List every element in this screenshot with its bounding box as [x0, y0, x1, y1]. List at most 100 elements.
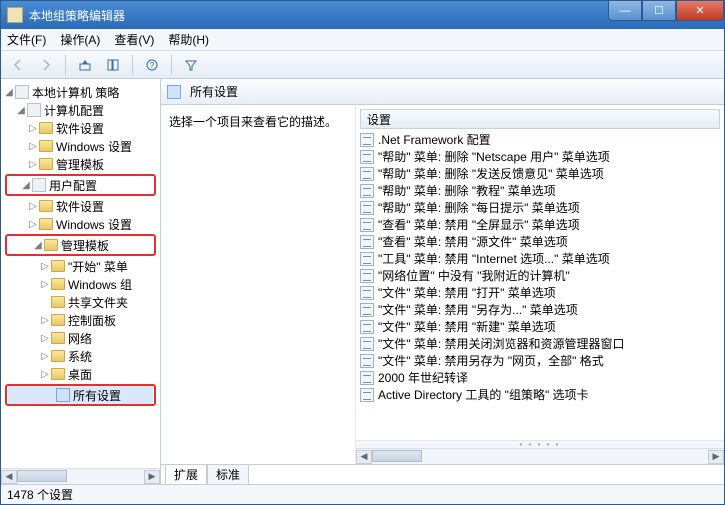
- folder-icon: [39, 122, 53, 134]
- list-item-label: "文件" 菜单: 禁用关闭浏览器和资源管理器窗口: [378, 335, 625, 352]
- list-item-label: "工具" 菜单: 禁用 "Internet 选项..." 菜单选项: [378, 250, 610, 267]
- setting-icon: [360, 201, 374, 215]
- setting-icon: [360, 218, 374, 232]
- minimize-button[interactable]: —: [608, 1, 642, 21]
- scroll-left-icon[interactable]: ◀: [1, 470, 17, 484]
- menu-view[interactable]: 查看(V): [114, 31, 154, 48]
- folder-icon: [51, 332, 65, 344]
- list-item[interactable]: "帮助" 菜单: 删除 "Netscape 用户" 菜单选项: [360, 148, 720, 165]
- list-item-label: "文件" 菜单: 禁用 "打开" 菜单选项: [378, 284, 556, 301]
- list-item[interactable]: "查看" 菜单: 禁用 "源文件" 菜单选项: [360, 233, 720, 250]
- list-item-label: "文件" 菜单: 禁用另存为 "网页，全部" 格式: [378, 352, 604, 369]
- settings-list[interactable]: .Net Framework 配置"帮助" 菜单: 删除 "Netscape 用…: [356, 131, 724, 440]
- navigation-tree[interactable]: ◢本地计算机 策略 ◢计算机配置 ▷软件设置 ▷Windows 设置 ▷管理模板…: [1, 79, 160, 468]
- tree-cc-windows[interactable]: Windows 设置: [56, 138, 132, 155]
- tree-hscrollbar[interactable]: ◀ ▶: [1, 468, 160, 484]
- setting-icon: [360, 286, 374, 300]
- app-icon: [7, 7, 23, 23]
- setting-icon: [360, 235, 374, 249]
- tree-computer-config[interactable]: 计算机配置: [44, 102, 104, 119]
- tree-uc-admin[interactable]: 管理模板: [61, 237, 109, 254]
- tree-all-settings[interactable]: 所有设置: [73, 387, 121, 404]
- help-button[interactable]: ?: [141, 54, 163, 76]
- list-item[interactable]: .Net Framework 配置: [360, 131, 720, 148]
- details-header: 所有设置: [161, 79, 724, 105]
- list-hscrollbar[interactable]: ◀ ▶: [356, 448, 724, 464]
- list-item[interactable]: "帮助" 菜单: 删除 "发送反馈意见" 菜单选项: [360, 165, 720, 182]
- scroll-left-icon[interactable]: ◀: [356, 450, 372, 464]
- tree-admin-network[interactable]: 网络: [68, 330, 92, 347]
- setting-icon: [360, 354, 374, 368]
- folder-icon: [51, 314, 65, 326]
- back-button[interactable]: [7, 54, 29, 76]
- status-text: 1478 个设置: [7, 486, 73, 503]
- tree-uc-software[interactable]: 软件设置: [56, 198, 104, 215]
- folder-icon: [51, 368, 65, 380]
- menu-help[interactable]: 帮助(H): [168, 31, 209, 48]
- tree-uc-windows[interactable]: Windows 设置: [56, 216, 132, 233]
- tree-cc-admin[interactable]: 管理模板: [56, 156, 104, 173]
- tree-admin-desktop[interactable]: 桌面: [68, 366, 92, 383]
- list-item[interactable]: "文件" 菜单: 禁用 "另存为..." 菜单选项: [360, 301, 720, 318]
- folder-icon: [51, 278, 65, 290]
- list-item[interactable]: "文件" 菜单: 禁用 "新建" 菜单选项: [360, 318, 720, 335]
- tree-admin-wincomp[interactable]: Windows 组: [68, 276, 132, 293]
- scroll-right-icon[interactable]: ▶: [144, 470, 160, 484]
- details-title: 所有设置: [190, 83, 238, 100]
- setting-icon: [360, 337, 374, 351]
- setting-icon: [360, 269, 374, 283]
- list-item[interactable]: "工具" 菜单: 禁用 "Internet 选项..." 菜单选项: [360, 250, 720, 267]
- up-button[interactable]: [74, 54, 96, 76]
- tree-admin-shared[interactable]: 共享文件夹: [68, 294, 128, 311]
- highlight-all-settings: 所有设置: [5, 384, 156, 406]
- close-button[interactable]: ✕: [676, 1, 724, 21]
- svg-text:?: ?: [150, 61, 155, 70]
- menu-action[interactable]: 操作(A): [60, 31, 100, 48]
- tree-user-config[interactable]: 用户配置: [49, 177, 97, 194]
- column-header-setting[interactable]: 设置: [360, 109, 720, 129]
- list-item[interactable]: "网络位置" 中没有 "我附近的计算机": [360, 267, 720, 284]
- list-item[interactable]: "帮助" 菜单: 删除 "每日提示" 菜单选项: [360, 199, 720, 216]
- tree-root[interactable]: 本地计算机 策略: [32, 84, 119, 101]
- list-item-label: "文件" 菜单: 禁用 "另存为..." 菜单选项: [378, 301, 578, 318]
- titlebar: 本地组策略编辑器 — ☐ ✕: [1, 1, 724, 29]
- list-item-label: .Net Framework 配置: [378, 131, 491, 148]
- statusbar: 1478 个设置: [1, 484, 724, 504]
- window-controls: — ☐ ✕: [608, 1, 724, 21]
- content-area: ◢本地计算机 策略 ◢计算机配置 ▷软件设置 ▷Windows 设置 ▷管理模板…: [1, 79, 724, 484]
- scroll-right-icon[interactable]: ▶: [708, 450, 724, 464]
- tree-admin-start[interactable]: "开始" 菜单: [68, 258, 128, 275]
- list-item[interactable]: "帮助" 菜单: 删除 "教程" 菜单选项: [360, 182, 720, 199]
- list-item[interactable]: "文件" 菜单: 禁用关闭浏览器和资源管理器窗口: [360, 335, 720, 352]
- tab-extended[interactable]: 扩展: [165, 464, 207, 484]
- tab-standard[interactable]: 标准: [207, 464, 249, 484]
- all-settings-icon: [56, 388, 70, 402]
- maximize-button[interactable]: ☐: [642, 1, 676, 21]
- list-item-label: "帮助" 菜单: 删除 "教程" 菜单选项: [378, 182, 556, 199]
- folder-icon: [44, 239, 58, 251]
- folder-icon: [39, 218, 53, 230]
- menu-file[interactable]: 文件(F): [7, 31, 46, 48]
- view-tabs: 扩展 标准: [161, 464, 724, 484]
- setting-icon: [360, 303, 374, 317]
- show-hide-button[interactable]: [102, 54, 124, 76]
- tree-admin-control[interactable]: 控制面板: [68, 312, 116, 329]
- highlight-admin-templates: ◢管理模板: [5, 234, 156, 256]
- list-item[interactable]: 2000 年世纪转译: [360, 369, 720, 386]
- filter-button[interactable]: [180, 54, 202, 76]
- forward-button[interactable]: [35, 54, 57, 76]
- list-item-label: "帮助" 菜单: 删除 "Netscape 用户" 菜单选项: [378, 148, 610, 165]
- list-item[interactable]: "查看" 菜单: 禁用 "全屏显示" 菜单选项: [360, 216, 720, 233]
- list-item[interactable]: "文件" 菜单: 禁用另存为 "网页，全部" 格式: [360, 352, 720, 369]
- list-item-label: "帮助" 菜单: 删除 "发送反馈意见" 菜单选项: [378, 165, 604, 182]
- tree-cc-software[interactable]: 软件设置: [56, 120, 104, 137]
- list-item[interactable]: "文件" 菜单: 禁用 "打开" 菜单选项: [360, 284, 720, 301]
- description-hint: 选择一个项目来查看它的描述。: [169, 115, 337, 129]
- computer-config-icon: [27, 103, 41, 117]
- resize-handle[interactable]: • • • • •: [356, 440, 724, 448]
- details-pane: 所有设置 选择一个项目来查看它的描述。 设置 .Net Framework 配置…: [161, 79, 724, 484]
- list-item[interactable]: Active Directory 工具的 "组策略" 选项卡: [360, 386, 720, 403]
- list-item-label: "帮助" 菜单: 删除 "每日提示" 菜单选项: [378, 199, 580, 216]
- setting-icon: [360, 184, 374, 198]
- tree-admin-system[interactable]: 系统: [68, 348, 92, 365]
